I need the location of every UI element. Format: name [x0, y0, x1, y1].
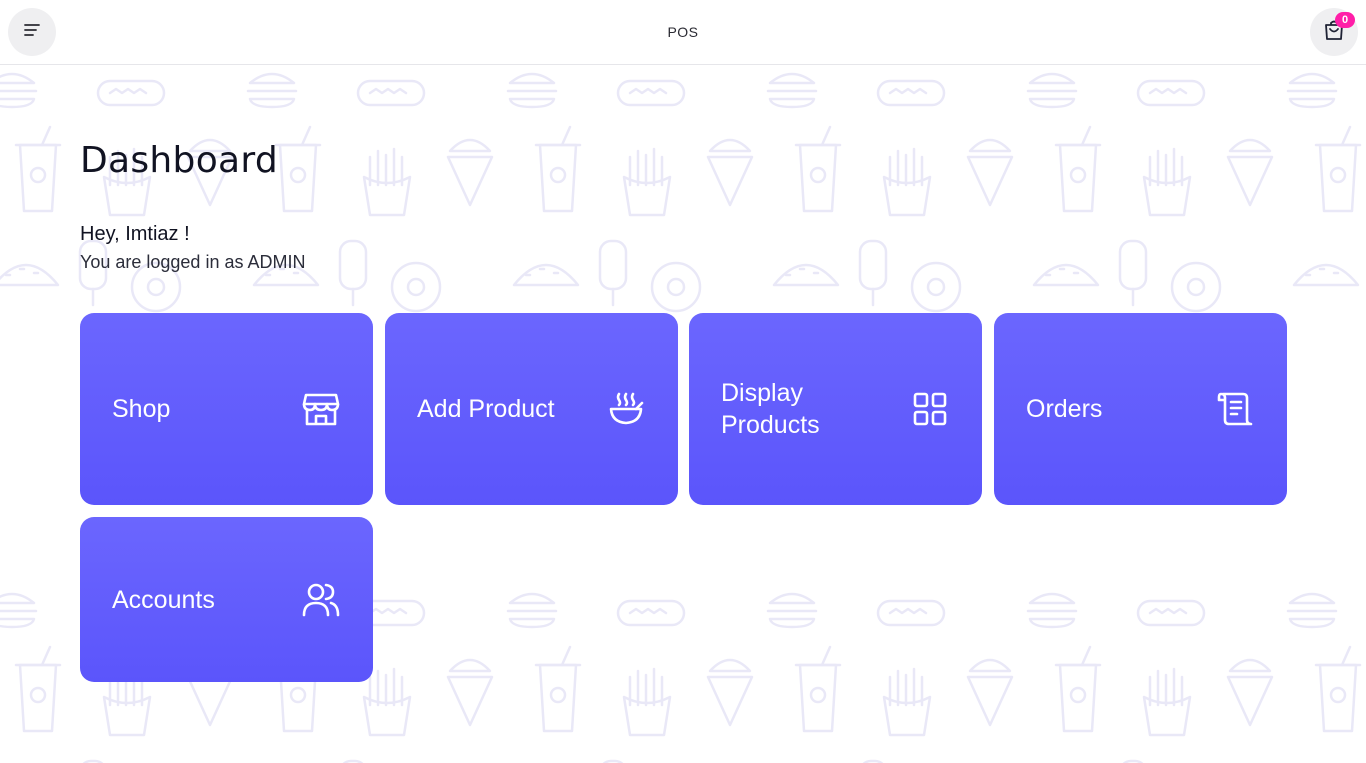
users-icon: [301, 580, 341, 620]
tile-label: Add Product: [417, 395, 555, 423]
accounts-tile[interactable]: Accounts: [80, 517, 373, 682]
receipt-scroll-icon: [1215, 389, 1255, 429]
page-title: Dashboard: [80, 140, 279, 181]
tile-label: Shop: [112, 395, 171, 423]
display-products-tile[interactable]: Display Products: [689, 313, 982, 505]
role-text: You are logged in as ADMIN: [80, 252, 306, 272]
grid-icon: [910, 389, 950, 429]
store-icon: [301, 389, 341, 429]
add-product-tile[interactable]: Add Product: [385, 313, 678, 505]
shop-tile[interactable]: Shop: [80, 313, 373, 505]
cart-count-badge: 0: [1335, 12, 1355, 28]
greeting-text: Hey, Imtiaz !: [80, 223, 190, 245]
orders-tile[interactable]: Orders: [994, 313, 1287, 505]
top-app-bar: POS: [0, 0, 1366, 65]
soup-bowl-icon: [606, 389, 646, 429]
tile-label: Orders: [1026, 395, 1103, 423]
app-title: POS: [667, 24, 699, 40]
tile-label: Display Products: [721, 379, 820, 439]
tile-label: Accounts: [112, 585, 215, 614]
